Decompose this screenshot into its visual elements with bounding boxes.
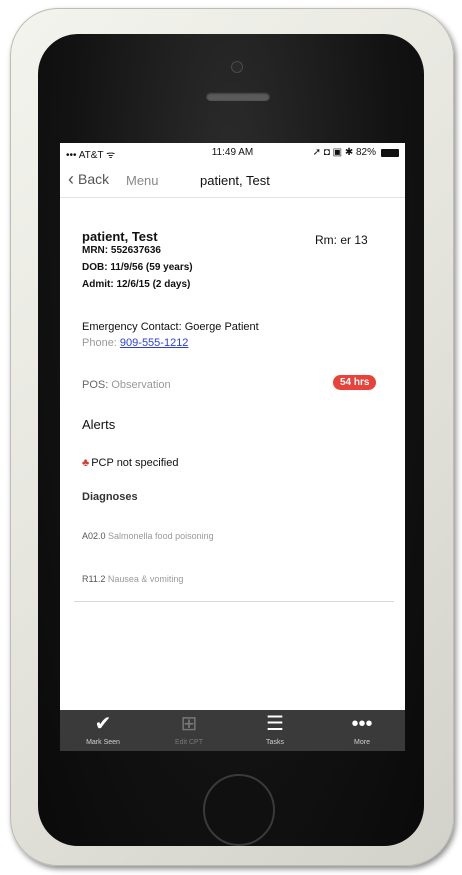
tab-bar: ✔ Mark Seen ⊞ Edit CPT ☰ Tasks ••• More (60, 710, 405, 751)
diagnosis-item[interactable]: A02.0 Salmonella food poisoning (82, 531, 214, 541)
section-divider (74, 601, 394, 602)
pos-value: Observation (111, 379, 171, 391)
more-icon: ••• (351, 713, 373, 735)
tab-label: Mark Seen (86, 739, 120, 746)
room-number: Rm: er 13 (315, 233, 368, 247)
patient-dob: DOB: 11/9/56 (59 years) (82, 262, 193, 273)
status-bar: ••• AT&T ᯤ 11:49 AM ➚ ◘ ▣ ✱ 82% (60, 143, 405, 163)
list-icon: ☰ (266, 713, 284, 735)
chevron-left-icon: ‹ (68, 169, 74, 189)
emergency-phone-row: Phone: 909-555-1212 (82, 337, 188, 349)
menu-button[interactable]: Menu (126, 173, 159, 188)
diagnosis-code: R11.2 (82, 574, 106, 584)
earpiece-speaker (206, 92, 270, 101)
diagnosis-item[interactable]: R11.2 Nausea & vomiting (82, 574, 183, 584)
alert-item[interactable]: ♣ PCP not specified (82, 457, 178, 469)
medical-kit-icon: ⊞ (180, 713, 198, 735)
pos-label: POS: (82, 379, 112, 391)
phone-number-link[interactable]: 909-555-1212 (120, 337, 189, 349)
phone-screen: ••• AT&T ᯤ 11:49 AM ➚ ◘ ▣ ✱ 82% ‹ Back M… (60, 143, 405, 751)
page-title: patient, Test (200, 173, 270, 188)
person-alert-icon: ♣ (82, 457, 90, 469)
tab-label: More (354, 739, 370, 746)
tab-edit-cpt[interactable]: ⊞ Edit CPT (146, 710, 232, 751)
emergency-contact: Emergency Contact: Goerge Patient (82, 321, 259, 333)
status-icons-label: ➚ ◘ ▣ ✱ 82% (312, 147, 376, 158)
hours-badge: 54 hrs (333, 375, 377, 390)
pos-row: POS: Observation (82, 379, 171, 391)
patient-admit-date: Admit: 12/6/15 (2 days) (82, 279, 191, 290)
tab-label: Edit CPT (174, 739, 203, 746)
navigation-bar: ‹ Back Menu patient, Test (60, 163, 405, 198)
back-button[interactable]: ‹ Back (68, 169, 110, 189)
phone-label: Phone: (82, 337, 120, 349)
alert-text: PCP not specified (91, 457, 179, 469)
checkmark-icon: ✔ (94, 713, 112, 735)
tab-more[interactable]: ••• More (319, 710, 405, 751)
tab-mark-seen[interactable]: ✔ Mark Seen (60, 710, 146, 751)
alerts-heading: Alerts (82, 417, 116, 432)
battery-icon (381, 148, 399, 157)
diagnoses-heading: Diagnoses (82, 491, 138, 503)
diagnosis-text: Nausea & vomiting (105, 574, 184, 584)
patient-mrn: MRN: 552637636 (82, 245, 161, 256)
patient-name: patient, Test (82, 229, 158, 244)
status-icons: ➚ ◘ ▣ ✱ 82% (313, 147, 399, 158)
back-label: Back (78, 171, 110, 187)
diagnosis-text: Salmonella food poisoning (105, 531, 214, 541)
diagnosis-code: A02.0 (82, 531, 106, 541)
home-button[interactable] (203, 774, 275, 846)
tab-tasks[interactable]: ☰ Tasks (232, 710, 318, 751)
front-camera (232, 62, 242, 72)
tab-label: Tasks (266, 739, 284, 746)
